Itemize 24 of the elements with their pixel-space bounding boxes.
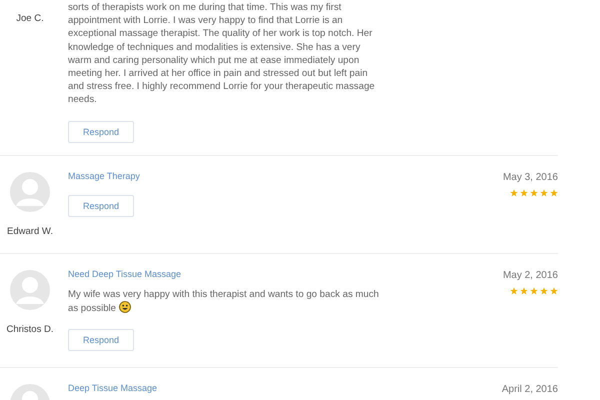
review-date: May 2, 2016 xyxy=(502,270,558,281)
star-icon xyxy=(510,188,518,197)
star-icon xyxy=(510,286,518,295)
review-text: My wife was very happy with this therapist and wants to go back as much as possible xyxy=(68,288,380,316)
star-icon xyxy=(530,188,538,197)
star-icon xyxy=(520,188,528,197)
respond-button[interactable]: Respond xyxy=(68,329,134,352)
review-text: sorts of therapists work on me during that time. This was my first appointment with Lorrie. I was very happy to find that Lorrie is an exceptional massage therapist. The quality of her work is top notch. Her knowledge of techniques and modalities is extensive. She has a very warm and caring personality which put me at ease immediately upon meeting her. I arrived at her office in pain and stressed out but left pain and stress free. I highly recommend Lorrie for your therapeutic massage needs. xyxy=(68,1,376,107)
service-link[interactable]: Deep Tissue Massage xyxy=(68,383,158,394)
star-icon xyxy=(520,286,528,295)
review-date: May 3, 2016 xyxy=(502,172,558,183)
star-icon xyxy=(550,286,558,295)
star-icon xyxy=(540,188,548,197)
reviewer-name: Edward W. xyxy=(7,226,53,237)
star-icon xyxy=(550,188,558,197)
review-date: April 2, 2016 xyxy=(502,384,558,396)
reviewer-name: Christos D. xyxy=(6,324,54,335)
service-link[interactable]: Massage Therapy xyxy=(68,170,140,181)
service-link[interactable]: Need Deep Tissue Massage xyxy=(68,268,182,279)
respond-button[interactable]: Respond xyxy=(68,194,134,217)
star-icon xyxy=(540,286,548,295)
star-icon xyxy=(530,286,538,295)
respond-button[interactable]: Respond xyxy=(68,120,134,143)
reviewer-name: Joe C. xyxy=(16,13,44,24)
